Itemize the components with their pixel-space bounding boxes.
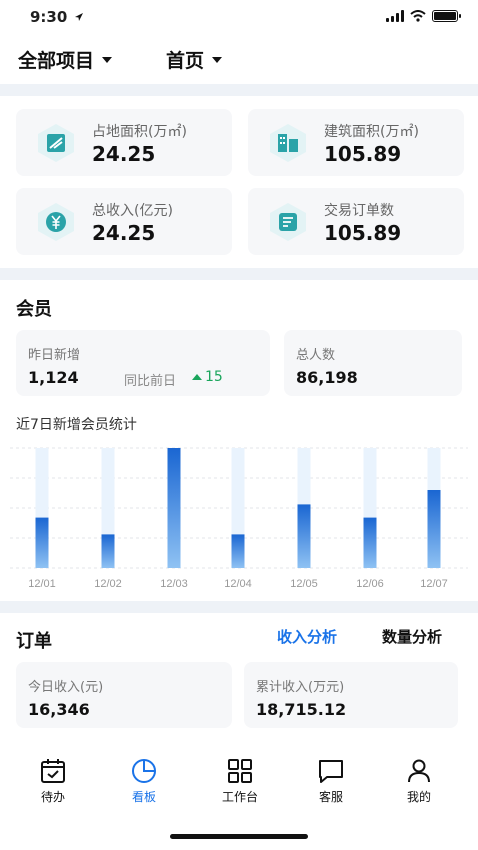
total-value: 86,198 xyxy=(296,368,358,387)
stat-label: 交易订单数 xyxy=(324,203,394,219)
stat-card-orders[interactable]: 交易订单数 105.89 xyxy=(248,188,464,255)
nav-label: 我的 xyxy=(406,790,431,804)
bar-12/03[interactable] xyxy=(167,448,181,568)
bar-12/01[interactable] xyxy=(35,517,49,568)
nav-label: 待办 xyxy=(40,790,65,804)
members-section-title: 会员 xyxy=(16,299,52,320)
nav-label: 工作台 xyxy=(221,790,258,804)
chat-bubble-icon xyxy=(319,760,343,783)
x-tick-label: 12/01 xyxy=(28,578,56,590)
total-members-card[interactable]: 总人数 86,198 xyxy=(284,330,462,396)
orders-section-title: 订单 xyxy=(16,631,52,652)
stat-label: 占地面积(万㎡) xyxy=(92,124,187,140)
building-area-icon xyxy=(270,124,306,162)
home-indicator xyxy=(170,834,308,839)
cellular-signal-icon xyxy=(386,10,404,22)
bar-12/04[interactable] xyxy=(231,534,245,568)
yesterday-value: 1,124 xyxy=(28,368,79,387)
stat-label: 建筑面积(万㎡) xyxy=(324,124,419,140)
tab-quantity-analysis[interactable]: 数量分析 xyxy=(382,626,442,647)
land-area-icon xyxy=(38,124,74,162)
project-dropdown-label: 全部项目 xyxy=(18,50,95,72)
caret-down-icon xyxy=(212,56,223,63)
compare-label: 同比前日 xyxy=(124,374,177,389)
total-income-label: 累计收入(万元) xyxy=(256,680,345,695)
pie-chart-icon xyxy=(132,759,156,783)
header: 全部项目 首页 xyxy=(0,40,478,80)
today-income-value: 16,346 xyxy=(28,700,90,719)
status-bar: 9:30 xyxy=(0,0,478,36)
calendar-check-icon xyxy=(41,759,65,783)
x-tick-label: 12/06 xyxy=(356,578,384,590)
yuan-income-icon xyxy=(38,203,74,241)
user-icon xyxy=(408,759,430,783)
page-dropdown-label: 首页 xyxy=(166,50,205,72)
status-time: 9:30 xyxy=(30,8,68,26)
stat-value: 24.25 xyxy=(92,142,156,166)
status-icons xyxy=(386,10,461,22)
x-tick-label: 12/03 xyxy=(160,578,188,590)
caret-down-icon xyxy=(102,56,113,63)
bar-12/06[interactable] xyxy=(363,517,377,568)
location-arrow-icon xyxy=(75,13,83,21)
total-income-value: 18,715.12 xyxy=(256,700,347,719)
x-tick-label: 12/05 xyxy=(290,578,318,590)
project-dropdown[interactable]: 全部项目 xyxy=(18,46,113,73)
section-divider xyxy=(0,268,478,280)
nav-item-workbench[interactable]: 工作台 xyxy=(205,752,275,808)
chart-title: 近7日新增会员统计 xyxy=(16,417,137,433)
yesterday-label: 昨日新增 xyxy=(28,348,81,363)
stat-label: 总收入(亿元) xyxy=(92,203,173,219)
nav-item-dashboard[interactable]: 看板 xyxy=(109,752,179,808)
yesterday-new-members-card[interactable]: 昨日新增 1,124 同比前日 15 xyxy=(16,330,270,396)
stat-card-income[interactable]: 总收入(亿元) 24.25 xyxy=(16,188,232,255)
stat-value: 24.25 xyxy=(92,221,156,245)
battery-icon xyxy=(432,10,461,22)
compare-change: 15 xyxy=(192,369,223,385)
wifi-icon xyxy=(410,10,426,22)
nav-item-me[interactable]: 我的 xyxy=(384,752,454,808)
compare-value: 15 xyxy=(205,369,223,385)
bottom-nav: 待办 看板 工作台 客服 我的 xyxy=(0,752,478,812)
stat-card-land-area[interactable]: 占地面积(万㎡) 24.25 xyxy=(16,109,232,176)
page-dropdown[interactable]: 首页 xyxy=(166,46,223,73)
grid-icon xyxy=(228,759,252,783)
nav-label: 客服 xyxy=(318,790,343,804)
section-divider xyxy=(0,84,478,96)
new-members-bar-chart: 12/01 12/02 12/03 12/04 12/05 12/06 12/07 xyxy=(10,447,468,590)
nav-item-customer-service[interactable]: 客服 xyxy=(296,752,366,808)
tab-income-analysis[interactable]: 收入分析 xyxy=(277,626,337,647)
nav-item-todo[interactable]: 待办 xyxy=(18,752,88,808)
x-tick-label: 12/04 xyxy=(224,578,252,590)
stat-value: 105.89 xyxy=(324,221,402,245)
total-income-card[interactable]: 累计收入(万元) 18,715.12 xyxy=(244,662,458,728)
bar-12/02[interactable] xyxy=(101,534,115,568)
total-label: 总人数 xyxy=(296,348,336,363)
stat-card-building-area[interactable]: 建筑面积(万㎡) 105.89 xyxy=(248,109,464,176)
up-arrow-icon xyxy=(192,374,202,380)
today-income-label: 今日收入(元) xyxy=(28,680,104,695)
stat-value: 105.89 xyxy=(324,142,402,166)
nav-label: 看板 xyxy=(131,790,156,804)
bar-12/07[interactable] xyxy=(427,490,441,568)
section-divider xyxy=(0,601,478,613)
today-income-card[interactable]: 今日收入(元) 16,346 xyxy=(16,662,232,728)
x-tick-label: 12/02 xyxy=(94,578,122,590)
order-count-icon xyxy=(270,203,306,241)
bar-12/05[interactable] xyxy=(297,504,311,568)
x-tick-label: 12/07 xyxy=(420,578,448,590)
